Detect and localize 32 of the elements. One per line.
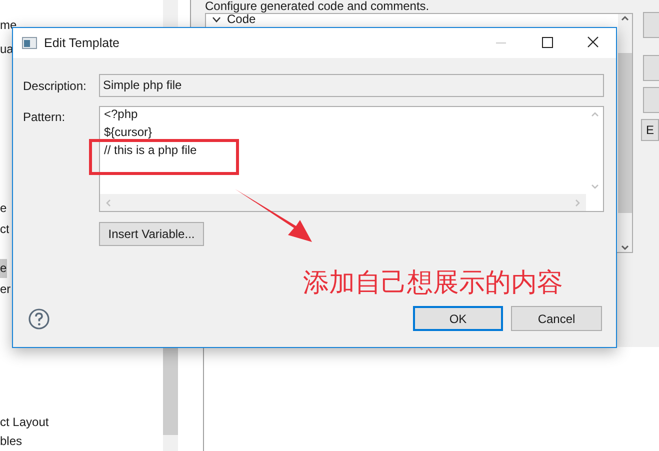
tree-item[interactable]: bles [0,432,22,451]
tree-item[interactable]: e [0,259,7,278]
description-field[interactable]: Simple php file [99,74,604,97]
side-button[interactable] [643,12,659,38]
tree-item[interactable]: e [0,199,7,218]
insert-variable-button[interactable]: Insert Variable... [99,222,204,246]
window-title: Edit Template [44,34,120,52]
description-label: Description: [23,78,86,95]
section-header: Configure generated code and comments. [205,0,430,12]
side-button[interactable] [643,55,659,81]
window-icon [22,37,37,49]
pattern-text-area[interactable]: <?php ${cursor} // this is a php file [99,106,604,212]
annotation-text: 添加自己想展示的内容 [303,267,563,300]
side-button[interactable]: E [641,119,659,141]
scroll-right-icon[interactable] [575,198,581,206]
pattern-label: Pattern: [23,109,66,126]
code-line: ${cursor} [104,125,152,139]
code-line: // this is a php file [104,143,197,157]
side-button[interactable] [643,87,659,113]
help-icon[interactable] [28,308,50,330]
expanded-chevron-icon[interactable] [212,15,221,24]
cancel-button[interactable]: Cancel [511,306,602,331]
scroll-down-icon[interactable] [621,245,629,251]
tree-item[interactable]: Code [227,13,256,26]
tree-item[interactable]: ct Layout [0,413,49,432]
scrollbar[interactable] [618,14,632,252]
tree-item[interactable]: ct [0,220,10,239]
tree-item[interactable]: er [0,280,11,299]
code-line: <?php [104,107,138,121]
ok-button[interactable]: OK [413,306,503,331]
scroll-left-icon[interactable] [105,198,111,206]
scroll-up-icon[interactable] [621,15,629,21]
